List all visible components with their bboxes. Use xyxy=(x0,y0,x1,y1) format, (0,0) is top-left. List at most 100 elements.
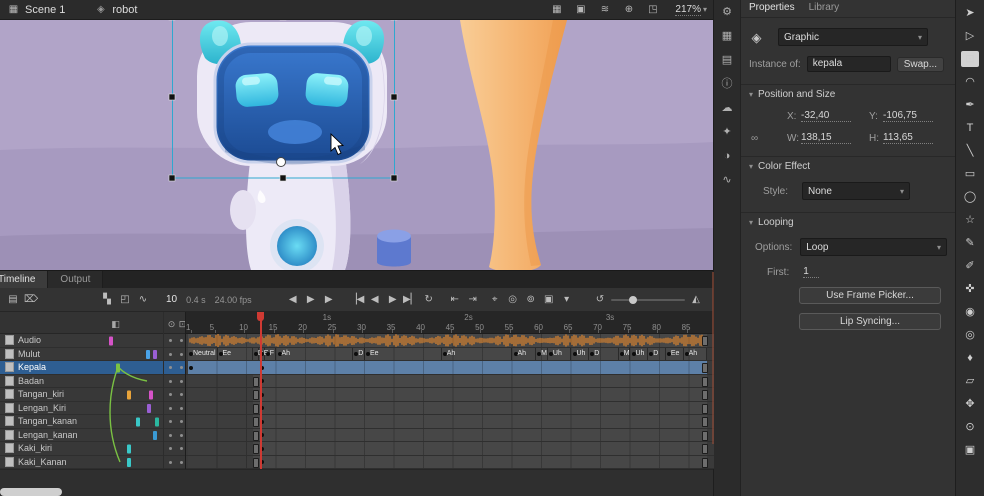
layer-lock-dot[interactable] xyxy=(180,420,183,423)
graph-editor-icon[interactable]: ∿ xyxy=(136,293,150,307)
layer-item-Tangan_kiri[interactable]: Tangan_kiri xyxy=(0,388,185,402)
pencil-tool[interactable]: ✎ xyxy=(961,235,979,251)
hand-tool[interactable]: ✥ xyxy=(961,396,979,412)
frame-span[interactable] xyxy=(188,388,707,401)
layer-visibility-dot[interactable] xyxy=(169,407,172,410)
link-dimensions-icon[interactable]: ∞ xyxy=(751,133,758,144)
mouth-frame-segment[interactable]: Ee xyxy=(666,348,684,361)
mouth-frame-segment[interactable]: Uh xyxy=(631,348,649,361)
layer-frames-Tangan_kanan[interactable] xyxy=(186,415,714,429)
extend-right-icon[interactable]: ⇥ xyxy=(466,293,480,307)
keyframe-dot[interactable] xyxy=(189,366,193,370)
frame-span[interactable] xyxy=(188,429,707,442)
selection-tool[interactable]: ➤ xyxy=(961,5,979,21)
layer-lock-dot[interactable] xyxy=(180,353,183,356)
frame-span-end-marker[interactable] xyxy=(702,336,708,346)
swap-button[interactable]: Swap... xyxy=(897,57,944,72)
mouth-frame-segment[interactable]: Ee xyxy=(365,348,442,361)
step-forward-icon[interactable]: ▶ xyxy=(322,293,336,307)
modify-markers-icon[interactable]: ▾ xyxy=(560,293,574,307)
y-value[interactable]: -106,75 xyxy=(883,110,933,122)
instance-name-field[interactable]: kepala xyxy=(807,56,891,72)
mouth-frame-segment[interactable]: Uh xyxy=(548,348,572,361)
frame-span[interactable]: NeutralEeDEFAhDEeAhAhMUhUhDMUhDEeAh xyxy=(188,348,707,361)
cc-libraries-dock-icon[interactable]: ☁ xyxy=(718,100,736,117)
layer-lock-dot[interactable] xyxy=(180,366,183,369)
layer-frames-Kaki_kiri[interactable] xyxy=(186,442,714,456)
mouth-frame-segment[interactable]: Ee xyxy=(218,348,253,361)
ink-bottle-tool[interactable]: ◎ xyxy=(961,327,979,343)
mouth-frame-segment[interactable]: Ah xyxy=(277,348,354,361)
layer-lock-dot[interactable] xyxy=(180,380,183,383)
mouth-frame-segment[interactable]: Ah xyxy=(684,348,708,361)
layer-lock-dot[interactable] xyxy=(180,461,183,464)
frame-span-end-marker[interactable] xyxy=(253,444,259,454)
center-playhead-icon[interactable]: ⌖ xyxy=(488,293,502,307)
layer-visibility-dot[interactable] xyxy=(169,353,172,356)
step-back-icon[interactable]: ◀ xyxy=(286,293,300,307)
oval-tool[interactable]: ◯ xyxy=(961,189,979,205)
layer-item-Tangan_kanan[interactable]: Tangan_kanan xyxy=(0,415,185,429)
center-stage-icon[interactable]: ⊕ xyxy=(621,2,636,17)
layer-visibility-dot[interactable] xyxy=(169,366,172,369)
layer-lock-dot[interactable] xyxy=(180,407,183,410)
subselection-tool[interactable]: ▷ xyxy=(961,28,979,44)
mouth-frame-segment[interactable]: D xyxy=(589,348,619,361)
frame-span-end-marker[interactable] xyxy=(702,444,708,454)
delete-layer-icon[interactable]: ⌦ xyxy=(24,293,38,307)
frame-span-end-marker[interactable] xyxy=(702,404,708,414)
layer-item-Lengan_kanan[interactable]: Lengan_kanan xyxy=(0,429,185,443)
properties-dock-icon[interactable]: ⚙ xyxy=(718,4,736,21)
layer-item-Kaki_Kanan[interactable]: Kaki_Kanan xyxy=(0,456,185,470)
frame-span[interactable] xyxy=(188,415,707,428)
onion-skin-icon[interactable]: ◎ xyxy=(506,293,520,307)
zoom-level-select[interactable]: 217% ▾ xyxy=(675,4,707,16)
frame-span-end-marker[interactable] xyxy=(702,431,708,441)
prev-frame-icon[interactable]: ◀ xyxy=(368,293,382,307)
timeline-zoom-slider-thumb[interactable] xyxy=(629,296,637,304)
tab-properties[interactable]: Properties xyxy=(749,2,795,13)
info-dock-icon[interactable]: ⓘ xyxy=(718,76,736,93)
frame-ruler[interactable]: 1s2s3s1510152025303540455055606570758085 xyxy=(185,312,713,334)
frame-span-end-marker[interactable] xyxy=(702,417,708,427)
mouth-frame-segment[interactable]: F xyxy=(265,348,277,361)
frame-span-end-marker[interactable] xyxy=(702,363,708,373)
edit-multiple-frames-icon[interactable]: ▣ xyxy=(542,293,556,307)
go-to-last-icon[interactable]: ▶▏ xyxy=(404,293,418,307)
bone-tool[interactable]: ✜ xyxy=(961,281,979,297)
rectangle-tool[interactable]: ▭ xyxy=(961,166,979,182)
next-frame-icon[interactable]: ▶ xyxy=(386,293,400,307)
layer-lock-dot[interactable] xyxy=(180,339,183,342)
mouth-frame-segment[interactable]: M xyxy=(536,348,548,361)
layer-visibility-dot[interactable] xyxy=(169,380,172,383)
lip-syncing-button[interactable]: Lip Syncing... xyxy=(799,313,941,330)
layer-item-Badan[interactable]: Badan xyxy=(0,375,185,389)
free-transform-tool[interactable]: ⊡ xyxy=(961,51,979,67)
eraser-tool[interactable]: ▱ xyxy=(961,373,979,389)
layer-visibility-dot[interactable] xyxy=(169,420,172,423)
playhead[interactable] xyxy=(260,312,262,469)
frame-span[interactable] xyxy=(188,402,707,415)
layer-frames-Mulut[interactable]: NeutralEeDEFAhDEeAhAhMUhUhDMUhDEeAh xyxy=(186,348,714,362)
transform-point[interactable] xyxy=(277,158,286,167)
looping-options-dropdown[interactable]: Loop ▾ xyxy=(800,238,947,256)
frame-span[interactable] xyxy=(188,442,707,455)
frame-span-end-marker[interactable] xyxy=(253,458,259,468)
section-looping[interactable]: ▾ Looping xyxy=(741,212,955,228)
tab-timeline[interactable]: Timeline xyxy=(0,271,48,288)
layer-frames-Kaki_Kanan[interactable] xyxy=(186,456,714,470)
clip-icon[interactable]: ▦ xyxy=(549,2,564,17)
current-frame-indicator[interactable]: 10 xyxy=(166,294,177,305)
layer-item-Audio[interactable]: Audio xyxy=(0,334,185,348)
frame-span-end-marker[interactable] xyxy=(253,417,259,427)
symbol-type-dropdown[interactable]: Graphic ▾ xyxy=(778,28,928,46)
line-tool[interactable]: ╲ xyxy=(961,143,979,159)
frame-span-end-marker[interactable] xyxy=(253,404,259,414)
frame-rate[interactable]: 24.00 fps xyxy=(215,295,252,305)
w-value[interactable]: 138,15 xyxy=(801,132,851,144)
frame-span[interactable] xyxy=(188,456,707,469)
mouth-frame-segment[interactable]: D xyxy=(648,348,666,361)
text-tool[interactable]: T xyxy=(961,120,979,136)
polystar-tool[interactable]: ☆ xyxy=(961,212,979,228)
layer-visibility-dot[interactable] xyxy=(169,393,172,396)
